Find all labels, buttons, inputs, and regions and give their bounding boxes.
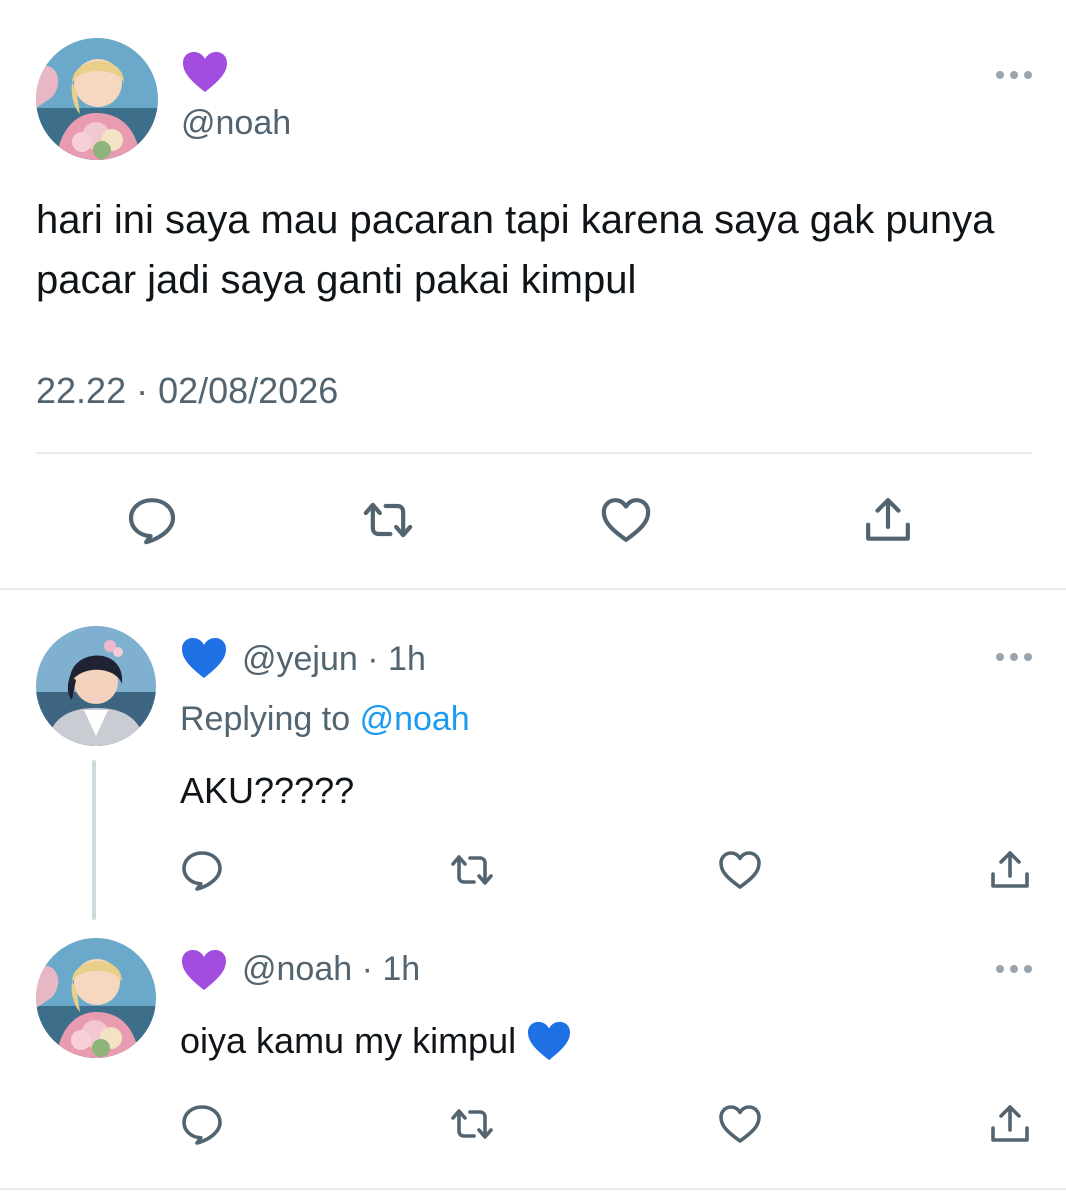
share-button[interactable] [986,1100,1034,1148]
author-handle[interactable]: @noah [181,104,291,143]
like-button[interactable] [716,1100,764,1148]
reply-handle[interactable]: @noah [242,950,352,988]
share-upload-icon [860,492,916,548]
blue-heart-icon [526,1020,572,1062]
reply-button[interactable] [178,846,226,894]
reply-button[interactable] [124,492,180,548]
thread-line [92,760,96,920]
retweet-arrows-icon [448,1100,496,1148]
reply-time[interactable]: 1h [388,640,426,678]
like-button[interactable] [598,492,654,548]
speech-bubble-icon [178,846,226,894]
retweet-button[interactable] [448,846,496,894]
tweet-timestamp[interactable]: 22.22 · 02/08/2026 [36,370,338,412]
reply-text-content: oiya kamu my kimpul [180,1020,517,1061]
like-button[interactable] [716,846,764,894]
more-dots-icon[interactable] [996,964,1032,974]
reply-text: oiya kamu my kimpul [180,1020,572,1062]
retweet-arrows-icon [360,492,416,548]
reply-header: @noah · 1h [242,950,420,989]
reply-button[interactable] [178,1100,226,1148]
separator-dot: · [361,950,373,988]
reply-text-content: AKU????? [180,770,355,811]
speech-bubble-icon [124,492,180,548]
share-upload-icon [986,1100,1034,1148]
reply-handle[interactable]: @yejun [242,640,358,678]
separator-dot: · [367,640,379,678]
heart-outline-icon [716,846,764,894]
share-button[interactable] [860,492,916,548]
avatar[interactable] [36,38,158,160]
reply-time[interactable]: 1h [382,950,420,988]
divider [0,1188,1066,1190]
retweet-button[interactable] [360,492,416,548]
retweet-arrows-icon [448,846,496,894]
mention-link[interactable]: @noah [360,700,470,738]
avatar[interactable] [36,626,156,746]
divider [0,588,1066,590]
speech-bubble-icon [178,1100,226,1148]
more-dots-icon[interactable] [996,70,1032,80]
heart-outline-icon [716,1100,764,1148]
blue-heart-icon [180,636,228,680]
share-upload-icon [986,846,1034,894]
avatar[interactable] [36,938,156,1058]
tweet-text: hari ini saya mau pacaran tapi karena sa… [36,198,995,302]
divider [36,452,1032,454]
replying-prefix: Replying to [180,700,351,738]
more-dots-icon[interactable] [996,652,1032,662]
retweet-button[interactable] [448,1100,496,1148]
share-button[interactable] [986,846,1034,894]
reply-header: @yejun · 1h [242,640,426,679]
replying-to: Replying to @noah [180,700,470,739]
purple-heart-icon [180,948,228,992]
reply-text: AKU????? [180,770,354,812]
purple-heart-icon [181,50,229,94]
heart-outline-icon [598,492,654,548]
